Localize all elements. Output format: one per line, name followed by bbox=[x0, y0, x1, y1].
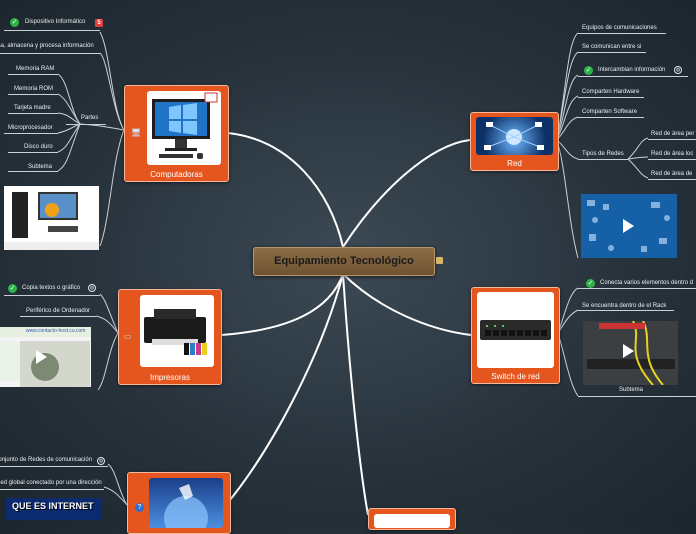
central-topic[interactable]: Equipamiento Tecnológico bbox=[253, 247, 435, 276]
network-video-thumbnail[interactable] bbox=[581, 194, 677, 258]
central-topic-title: Equipamiento Tecnológico bbox=[274, 255, 414, 267]
printer-image bbox=[140, 295, 214, 367]
internet-image bbox=[149, 478, 223, 528]
underline bbox=[648, 159, 696, 160]
underline bbox=[8, 113, 58, 114]
label-equipos-comunicaciones[interactable]: Equipos de comunicaciones bbox=[582, 24, 657, 32]
five-badge-icon: 5 bbox=[95, 19, 103, 27]
label-microprocesador[interactable]: Microprocesador bbox=[8, 124, 53, 132]
underline bbox=[66, 124, 106, 125]
underline bbox=[578, 396, 696, 397]
underline bbox=[578, 117, 644, 118]
play-button-icon[interactable] bbox=[36, 350, 47, 364]
label-tipos-redes[interactable]: Tipos de Redes bbox=[582, 150, 624, 158]
play-button-icon[interactable] bbox=[623, 344, 634, 358]
underline bbox=[578, 97, 644, 98]
desktop-computer-icon bbox=[152, 92, 218, 159]
underline bbox=[578, 288, 696, 289]
underline bbox=[8, 74, 58, 75]
label-copia-textos[interactable]: Copia textos o gráfico bbox=[22, 284, 80, 292]
label-switch-subtema[interactable]: Subtema bbox=[619, 386, 643, 394]
check-icon: ✓ bbox=[8, 284, 17, 293]
thumbnail-title-text: QUE ES INTERNET bbox=[12, 501, 94, 511]
node-impresoras[interactable]: Impresoras bbox=[118, 289, 222, 385]
underline bbox=[578, 76, 688, 77]
question-icon: ? bbox=[135, 503, 144, 512]
label-comparten-software[interactable]: Comparten Software bbox=[582, 108, 637, 116]
underline bbox=[0, 466, 108, 467]
label-red-area-metropolitana[interactable]: Red de área de bbox=[651, 170, 692, 178]
monitor-icon: 🖥 bbox=[131, 128, 142, 137]
label-memoria-rom[interactable]: Memoria ROM bbox=[14, 85, 53, 93]
note-page-icon: ▭ bbox=[124, 332, 132, 341]
note-icon[interactable] bbox=[436, 257, 443, 264]
check-icon: ✓ bbox=[586, 279, 595, 288]
label-conjunto-redes[interactable]: Conjunto de Redes de comunicación bbox=[0, 456, 92, 464]
label-periferico[interactable]: Periférico de Ordenador bbox=[26, 307, 90, 315]
underline bbox=[648, 179, 696, 180]
network-cloud-icon bbox=[484, 122, 544, 150]
label-memoria-ram[interactable]: Memoria RAM bbox=[16, 65, 54, 73]
underline bbox=[0, 489, 104, 490]
label-intercambian-informacion[interactable]: Intercambian información bbox=[598, 66, 665, 74]
globe-icon: ◍ bbox=[88, 284, 96, 292]
label-red-area-personal[interactable]: Red de área per bbox=[651, 130, 694, 138]
label-procesa-informacion[interactable]: Procesa, almacena y procesa información bbox=[0, 42, 94, 50]
underline bbox=[20, 316, 96, 317]
internet-video-thumbnail[interactable]: QUE ES INTERNET bbox=[6, 498, 101, 520]
printer-video-thumbnail[interactable]: www.contacto-host.cu.com bbox=[0, 327, 91, 387]
switch-image bbox=[477, 292, 554, 368]
node-red[interactable]: Red bbox=[470, 112, 559, 171]
computer-tower-image bbox=[4, 192, 99, 250]
node-internet[interactable] bbox=[127, 472, 231, 534]
label-disco-duro[interactable]: Disco duro bbox=[24, 143, 53, 151]
computer-image bbox=[147, 91, 221, 165]
node-caption: Impresoras bbox=[149, 373, 190, 382]
label-dentro-rack[interactable]: Se encuentra dentro de el Rack bbox=[582, 302, 666, 310]
label-se-comunican[interactable]: Se comunican entre si bbox=[582, 43, 641, 51]
printer-icon bbox=[144, 309, 207, 355]
label-partes[interactable]: Partes bbox=[81, 114, 98, 122]
label-red-global[interactable]: Red global conectado por una dirección bbox=[0, 479, 102, 487]
node-bottom-partial[interactable] bbox=[368, 508, 456, 530]
thumbnail-url-text: www.contacto-host.cu.com bbox=[26, 328, 86, 334]
underline bbox=[578, 33, 666, 34]
label-subtema[interactable]: Subtema bbox=[28, 163, 52, 171]
label-dispositivo-informatico[interactable]: Dispositivo Informático bbox=[25, 18, 85, 26]
underline bbox=[0, 53, 100, 54]
globe-icon: ◍ bbox=[97, 457, 105, 465]
switch-video-thumbnail[interactable] bbox=[583, 321, 678, 385]
underline bbox=[8, 94, 58, 95]
label-tarjeta-madre[interactable]: Tarjeta madre bbox=[14, 104, 51, 112]
underline bbox=[4, 30, 100, 31]
check-icon: ✓ bbox=[584, 66, 593, 75]
node-caption: Computadoras bbox=[150, 170, 203, 179]
globe-network-icon bbox=[164, 484, 208, 528]
label-conecta-elementos[interactable]: Conecta varios elementos dentro d bbox=[600, 279, 693, 287]
play-button-icon[interactable] bbox=[45, 203, 59, 217]
check-icon: ✓ bbox=[10, 18, 19, 27]
underline bbox=[578, 159, 628, 160]
underline bbox=[4, 133, 58, 134]
underline bbox=[578, 52, 646, 53]
network-image bbox=[476, 117, 553, 155]
node-caption: Red bbox=[507, 159, 522, 168]
node-image bbox=[374, 514, 450, 528]
underline bbox=[8, 171, 58, 172]
node-switch[interactable]: Switch de red bbox=[471, 287, 560, 384]
label-comparten-hardware[interactable]: Comparten Hardware bbox=[582, 88, 639, 96]
underline bbox=[648, 139, 696, 140]
underline bbox=[8, 152, 58, 153]
label-red-area-local[interactable]: Red de área loc bbox=[651, 150, 693, 158]
underline bbox=[578, 310, 674, 311]
node-caption: Switch de red bbox=[491, 372, 540, 381]
underline bbox=[4, 295, 100, 296]
globe-icon: ◍ bbox=[674, 66, 682, 74]
computer-parts-video-thumbnail[interactable] bbox=[4, 186, 99, 250]
network-switch-icon bbox=[480, 320, 551, 340]
play-button-icon[interactable] bbox=[623, 219, 634, 233]
